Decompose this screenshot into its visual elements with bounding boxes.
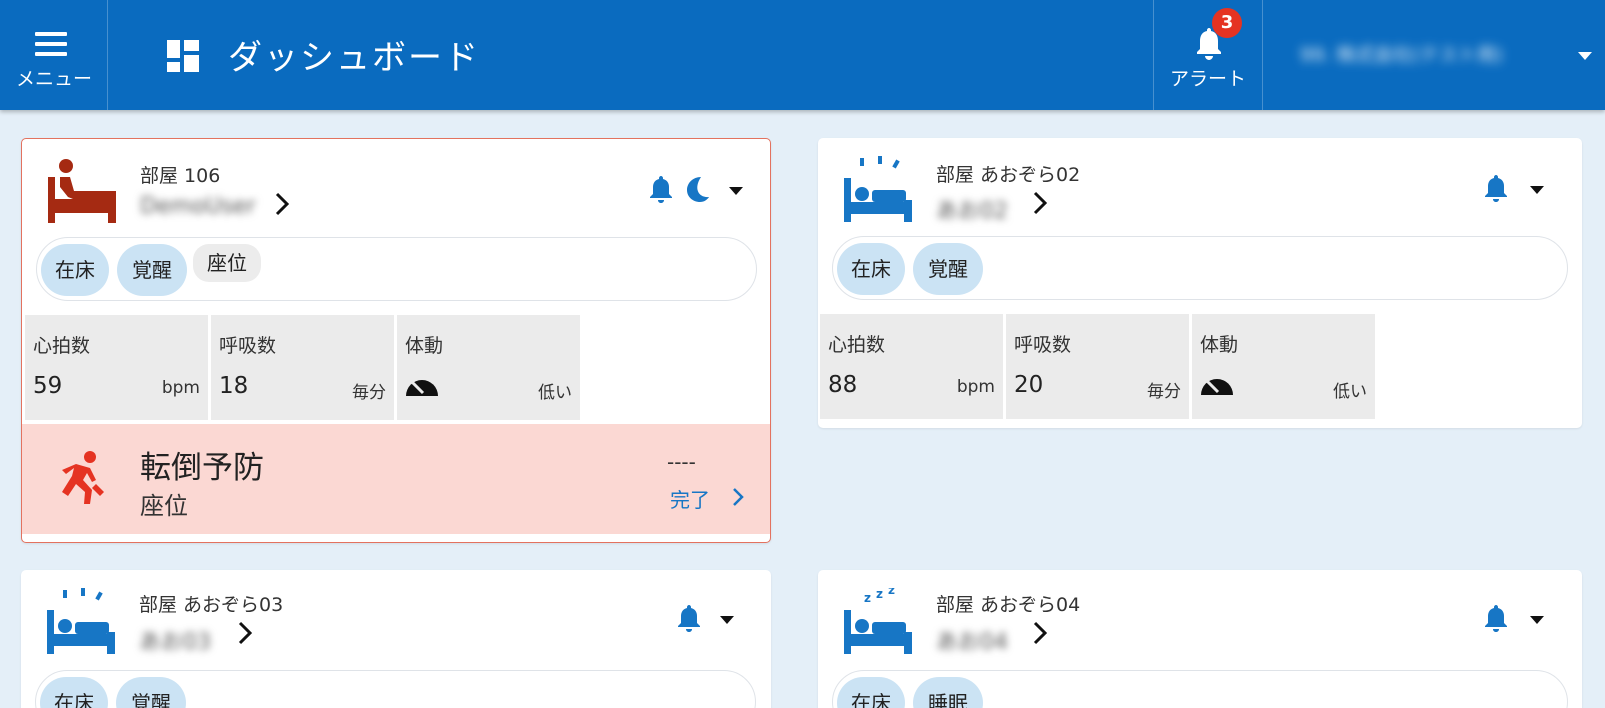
alert-time: ---- bbox=[667, 450, 696, 474]
user-name: 99. 株式会社(テスト用) bbox=[1300, 44, 1504, 66]
room-card-106: 部屋 106 DemoUser 在床 覚醒 座位 心拍数 59 bpm 呼吸数 … bbox=[21, 138, 771, 543]
fall-person-icon bbox=[62, 451, 104, 504]
room-label: 部屋 あおぞら03 bbox=[139, 594, 284, 616]
resident-name[interactable]: あお03 bbox=[139, 624, 211, 656]
chevron-down-icon bbox=[1578, 52, 1592, 60]
notification-bell-icon[interactable] bbox=[1484, 604, 1508, 632]
alert-label: アラート bbox=[1169, 68, 1246, 90]
metric-heart-rate: 心拍数 88 bpm bbox=[820, 314, 1003, 419]
top-app-bar: メニュー ダッシュボード 3 アラート 99. 株式会社(テスト用) bbox=[0, 0, 1605, 110]
room-label: 部屋 106 bbox=[140, 165, 221, 187]
chevron-right-icon[interactable] bbox=[274, 191, 290, 217]
notification-bell-icon[interactable] bbox=[1484, 174, 1508, 202]
status-row: 在床 覚醒 bbox=[832, 236, 1568, 300]
alert-count-badge: 3 bbox=[1212, 8, 1242, 38]
chevron-down-icon[interactable] bbox=[720, 616, 734, 624]
alert-button[interactable]: 3 アラート bbox=[1153, 0, 1263, 110]
status-chip-in-bed: 在床 bbox=[837, 243, 905, 295]
svg-text:z: z bbox=[864, 591, 871, 605]
chevron-down-icon[interactable] bbox=[1530, 186, 1544, 194]
status-chip-sitting: 座位 bbox=[193, 244, 261, 282]
gauge-icon bbox=[1201, 378, 1233, 395]
bed-occupied-sitting-icon bbox=[48, 159, 116, 223]
metric-heart-rate: 心拍数 59 bpm bbox=[25, 315, 208, 420]
room-card-aozora04: z z z 部屋 あおぞら04 あお04 在床 睡眠 bbox=[818, 570, 1582, 708]
page-title: ダッシュボード bbox=[228, 38, 480, 78]
hamburger-icon bbox=[35, 32, 67, 56]
status-chip-sleeping: 睡眠 bbox=[913, 677, 983, 708]
alert-title: 転倒予防 bbox=[140, 450, 264, 486]
moon-icon[interactable] bbox=[683, 175, 711, 203]
status-row: 在床 睡眠 bbox=[832, 670, 1568, 708]
user-menu[interactable]: 99. 株式会社(テスト用) bbox=[1265, 0, 1605, 110]
alert-subtitle: 座位 bbox=[140, 492, 188, 520]
chevron-right-icon[interactable] bbox=[732, 487, 744, 507]
status-chip-awake: 覚醒 bbox=[116, 677, 186, 708]
menu-label: メニュー bbox=[15, 68, 92, 90]
status-chip-awake: 覚醒 bbox=[913, 243, 983, 295]
resident-name[interactable]: DemoUser bbox=[140, 194, 256, 219]
metric-body-motion: 体動 低い bbox=[397, 315, 580, 420]
room-card-aozora02: 部屋 あおぞら02 あお02 在床 覚醒 心拍数 88 bpm 呼吸数 20 毎… bbox=[818, 138, 1582, 428]
chevron-down-icon[interactable] bbox=[729, 187, 743, 195]
chevron-down-icon[interactable] bbox=[1530, 616, 1544, 624]
svg-text:z: z bbox=[876, 588, 883, 601]
status-chip-in-bed: 在床 bbox=[41, 244, 109, 296]
bed-awake-icon bbox=[844, 156, 912, 222]
room-card-aozora03: 部屋 あおぞら03 あお03 在床 覚醒 bbox=[21, 570, 771, 708]
svg-text:z: z bbox=[888, 588, 895, 597]
gauge-icon bbox=[406, 379, 438, 396]
resident-name[interactable]: あお02 bbox=[936, 193, 1008, 225]
alert-complete-button[interactable]: 完了 bbox=[670, 484, 710, 513]
status-row: 在床 覚醒 座位 bbox=[36, 237, 757, 301]
fall-prevention-alert[interactable]: 転倒予防 座位 ---- 完了 bbox=[22, 424, 770, 534]
chevron-right-icon[interactable] bbox=[1032, 190, 1048, 216]
notification-bell-icon[interactable] bbox=[677, 604, 701, 632]
bed-awake-icon bbox=[47, 588, 115, 654]
dashboard-grid-icon bbox=[167, 40, 199, 72]
status-chip-in-bed: 在床 bbox=[837, 677, 905, 708]
chevron-right-icon[interactable] bbox=[1032, 620, 1048, 646]
metric-body-motion: 体動 低い bbox=[1192, 314, 1375, 419]
bed-sleeping-icon: z z z bbox=[844, 588, 912, 654]
resident-name[interactable]: あお04 bbox=[936, 624, 1008, 656]
chevron-right-icon[interactable] bbox=[237, 620, 253, 646]
status-chip-in-bed: 在床 bbox=[40, 677, 108, 708]
menu-button[interactable]: メニュー bbox=[0, 0, 108, 110]
status-chip-awake: 覚醒 bbox=[117, 244, 187, 296]
metric-respiration: 呼吸数 20 毎分 bbox=[1006, 314, 1189, 419]
metric-respiration: 呼吸数 18 毎分 bbox=[211, 315, 394, 420]
notification-bell-icon[interactable] bbox=[649, 175, 673, 203]
room-label: 部屋 あおぞら02 bbox=[936, 164, 1081, 186]
status-row: 在床 覚醒 bbox=[35, 670, 756, 708]
room-label: 部屋 あおぞら04 bbox=[936, 594, 1081, 616]
